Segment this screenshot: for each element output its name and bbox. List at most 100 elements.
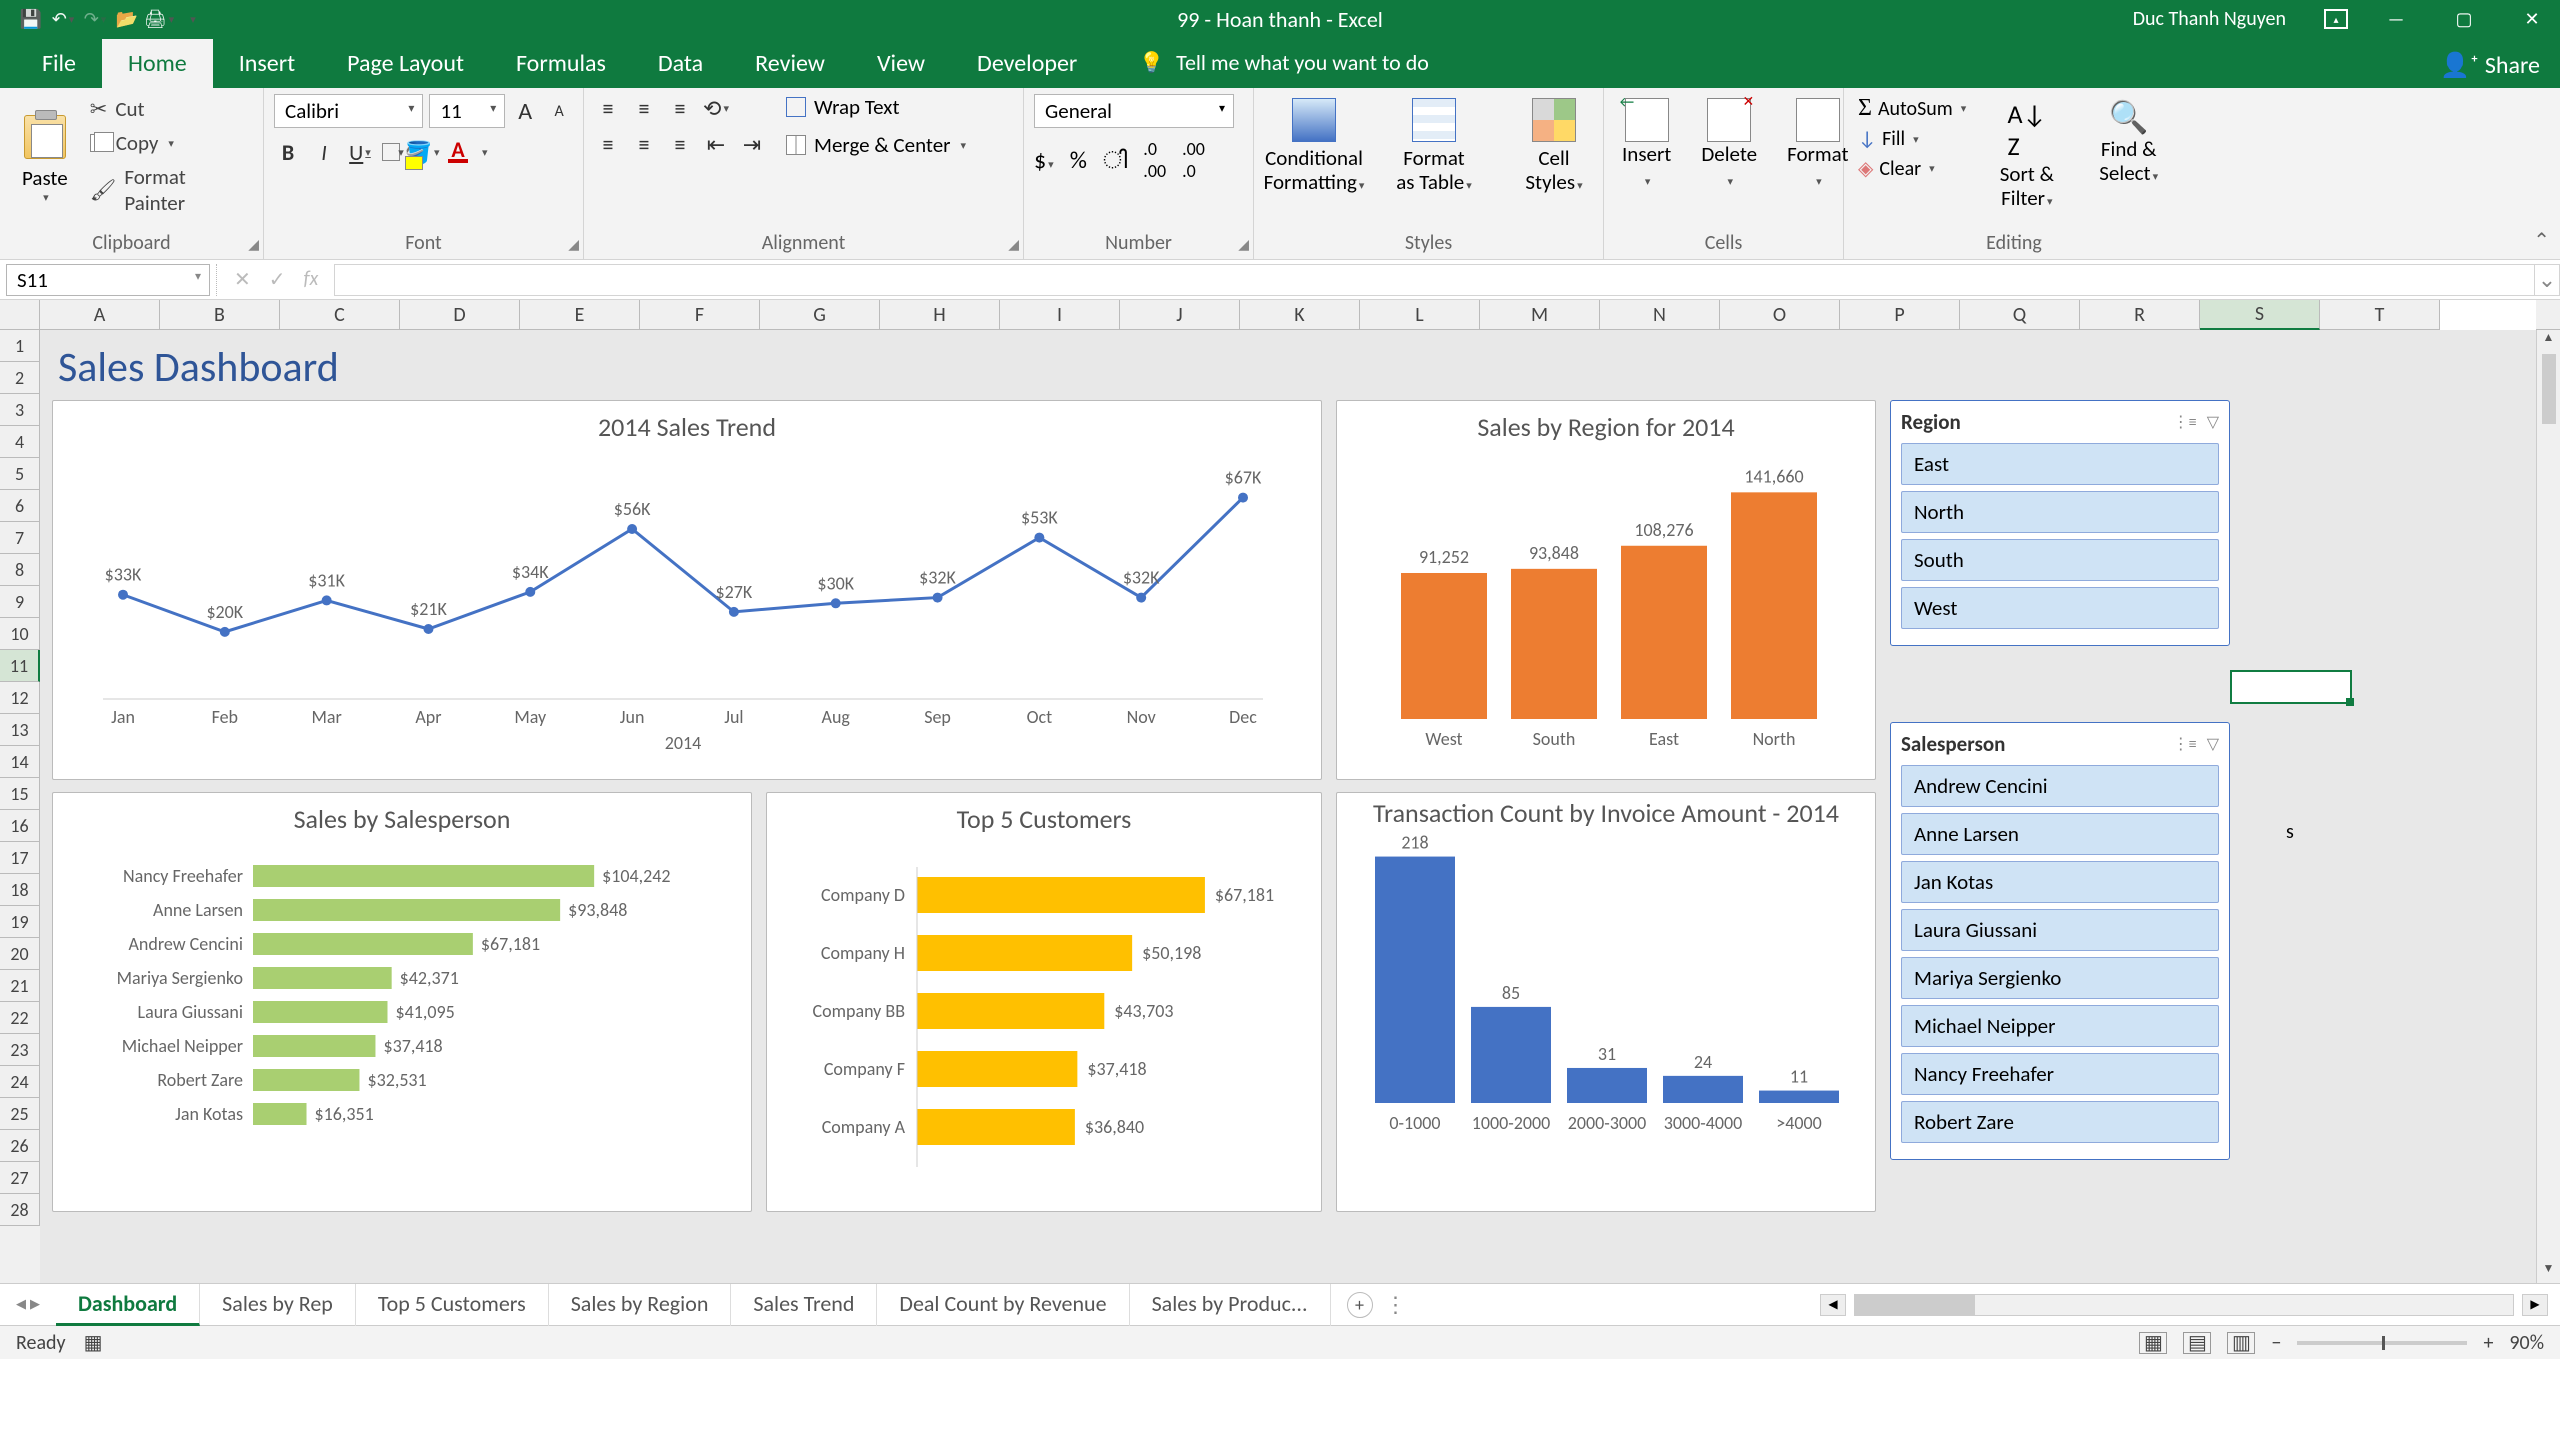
qat-dropdown-icon[interactable]: ▾ bbox=[182, 8, 204, 30]
row-header-23[interactable]: 23 bbox=[0, 1034, 40, 1066]
dialog-launcher-icon[interactable]: ◢ bbox=[248, 236, 259, 253]
tab-developer[interactable]: Developer bbox=[951, 39, 1103, 88]
sheet-tab[interactable]: Deal Count by Revenue bbox=[877, 1284, 1129, 1326]
font-name-select[interactable]: Calibri bbox=[274, 94, 423, 128]
enter-formula-icon[interactable]: ✓ bbox=[269, 267, 286, 292]
row-header-10[interactable]: 10 bbox=[0, 618, 40, 650]
row-header-22[interactable]: 22 bbox=[0, 1002, 40, 1034]
name-box[interactable]: S11 bbox=[6, 264, 210, 296]
tell-me-search[interactable]: 💡 Tell me what you want to do bbox=[1123, 41, 1445, 84]
row-header-17[interactable]: 17 bbox=[0, 842, 40, 874]
row-header-19[interactable]: 19 bbox=[0, 906, 40, 938]
orientation-icon[interactable]: ⟲▾ bbox=[702, 94, 730, 122]
col-header-D[interactable]: D bbox=[400, 300, 520, 330]
collapse-ribbon-icon[interactable]: ⌃ bbox=[2533, 228, 2550, 253]
chart-transaction-count[interactable]: Transaction Count by Invoice Amount - 20… bbox=[1336, 792, 1876, 1212]
expand-formula-bar-icon[interactable]: ⌄ bbox=[2534, 264, 2560, 296]
zoom-out-button[interactable]: − bbox=[2271, 1331, 2281, 1355]
save-icon[interactable]: 💾 bbox=[20, 8, 42, 30]
col-header-E[interactable]: E bbox=[520, 300, 640, 330]
formula-input[interactable] bbox=[334, 264, 2534, 296]
increase-font-icon[interactable]: A bbox=[511, 97, 539, 125]
selected-cell[interactable] bbox=[2230, 670, 2352, 704]
row-header-7[interactable]: 7 bbox=[0, 522, 40, 554]
normal-view-icon[interactable]: ▦ bbox=[2139, 1332, 2167, 1354]
format-as-table-button[interactable]: Format as Table▾ bbox=[1384, 94, 1484, 202]
col-header-M[interactable]: M bbox=[1480, 300, 1600, 330]
undo-icon[interactable]: ↶▾ bbox=[52, 8, 74, 30]
dialog-launcher-icon[interactable]: ◢ bbox=[1238, 236, 1249, 253]
tab-formulas[interactable]: Formulas bbox=[490, 39, 632, 88]
row-header-3[interactable]: 3 bbox=[0, 394, 40, 426]
close-icon[interactable]: ✕ bbox=[2512, 4, 2552, 34]
chart-sales-trend[interactable]: 2014 Sales Trend $33KJan$20KFeb$31KMar$2… bbox=[52, 400, 1322, 780]
sheet-tab[interactable]: Sales by Rep bbox=[200, 1284, 356, 1326]
row-header-4[interactable]: 4 bbox=[0, 426, 40, 458]
quickprint-icon[interactable]: 🖨▾ bbox=[148, 8, 170, 30]
fill-color-button[interactable]: 🪣▾ bbox=[408, 138, 436, 166]
row-header-8[interactable]: 8 bbox=[0, 554, 40, 586]
tab-nav-buttons[interactable]: ◀▶ bbox=[16, 1297, 40, 1312]
col-header-L[interactable]: L bbox=[1360, 300, 1480, 330]
col-header-P[interactable]: P bbox=[1840, 300, 1960, 330]
copy-button[interactable]: Copy▾ bbox=[86, 128, 253, 158]
align-top-icon[interactable]: ≡ bbox=[594, 94, 622, 122]
format-painter-button[interactable]: 🖌Format Painter bbox=[86, 162, 253, 218]
redo-icon[interactable]: ↷▾ bbox=[84, 8, 106, 30]
sheet-tab[interactable]: Top 5 Customers bbox=[356, 1284, 549, 1326]
slicer-item[interactable]: Mariya Sergienko bbox=[1901, 957, 2219, 999]
clear-filter-icon[interactable]: ▽ bbox=[2207, 734, 2219, 754]
align-center-icon[interactable]: ≡ bbox=[630, 130, 658, 158]
row-header-12[interactable]: 12 bbox=[0, 682, 40, 714]
row-header-14[interactable]: 14 bbox=[0, 746, 40, 778]
dialog-launcher-icon[interactable]: ◢ bbox=[1008, 236, 1019, 253]
zoom-level[interactable]: 90% bbox=[2509, 1331, 2544, 1355]
align-right-icon[interactable]: ≡ bbox=[666, 130, 694, 158]
slicer-item[interactable]: West bbox=[1901, 587, 2219, 629]
slicer-item[interactable]: Jan Kotas bbox=[1901, 861, 2219, 903]
col-header-F[interactable]: F bbox=[640, 300, 760, 330]
wrap-text-button[interactable]: Wrap Text bbox=[786, 94, 966, 120]
select-all-triangle[interactable] bbox=[0, 300, 40, 330]
sort-filter-button[interactable]: A↓Z Sort & Filter▾ bbox=[1984, 94, 2069, 218]
col-header-G[interactable]: G bbox=[760, 300, 880, 330]
row-header-1[interactable]: 1 bbox=[0, 330, 40, 362]
fill-handle[interactable] bbox=[2346, 698, 2354, 706]
row-header-13[interactable]: 13 bbox=[0, 714, 40, 746]
cancel-formula-icon[interactable]: ✕ bbox=[234, 267, 251, 292]
tab-review[interactable]: Review bbox=[729, 39, 851, 88]
row-header-27[interactable]: 27 bbox=[0, 1162, 40, 1194]
find-select-button[interactable]: 🔍 Find & Select▾ bbox=[2083, 94, 2174, 218]
share-button[interactable]: 👤⁺ Share bbox=[2440, 51, 2540, 88]
row-header-5[interactable]: 5 bbox=[0, 458, 40, 490]
cut-button[interactable]: ✂Cut bbox=[86, 94, 253, 124]
sheet-tab[interactable]: Sales Trend bbox=[731, 1284, 877, 1326]
slicer-item[interactable]: Laura Giussani bbox=[1901, 909, 2219, 951]
row-header-9[interactable]: 9 bbox=[0, 586, 40, 618]
col-header-S[interactable]: S bbox=[2200, 300, 2320, 330]
col-header-N[interactable]: N bbox=[1600, 300, 1720, 330]
align-bottom-icon[interactable]: ≡ bbox=[666, 94, 694, 122]
slicer-region[interactable]: Region ⋮≡▽ EastNorthSouthWest bbox=[1890, 400, 2230, 646]
col-header-J[interactable]: J bbox=[1120, 300, 1240, 330]
number-format-select[interactable]: General bbox=[1034, 94, 1234, 128]
borders-button[interactable]: ▾ bbox=[382, 143, 400, 161]
comma-button[interactable]: ി bbox=[1103, 146, 1127, 175]
col-header-O[interactable]: O bbox=[1720, 300, 1840, 330]
slicer-item[interactable]: Nancy Freehafer bbox=[1901, 1053, 2219, 1095]
font-color-button[interactable]: A bbox=[444, 138, 472, 166]
tab-view[interactable]: View bbox=[851, 39, 951, 88]
col-header-K[interactable]: K bbox=[1240, 300, 1360, 330]
row-header-24[interactable]: 24 bbox=[0, 1066, 40, 1098]
conditional-formatting-button[interactable]: Conditional Formatting▾ bbox=[1264, 94, 1364, 202]
col-header-B[interactable]: B bbox=[160, 300, 280, 330]
row-header-11[interactable]: 11 bbox=[0, 650, 40, 682]
worksheet-canvas[interactable]: Sales Dashboard 2014 Sales Trend $33KJan… bbox=[40, 330, 2536, 1283]
clear-filter-icon[interactable]: ▽ bbox=[2207, 412, 2219, 432]
row-header-6[interactable]: 6 bbox=[0, 490, 40, 522]
insert-cells-button[interactable]: ← Insert▾ bbox=[1614, 94, 1679, 198]
delete-cells-button[interactable]: ✕ Delete▾ bbox=[1693, 94, 1765, 198]
row-header-15[interactable]: 15 bbox=[0, 778, 40, 810]
align-left-icon[interactable]: ≡ bbox=[594, 130, 622, 158]
decrease-indent-icon[interactable]: ⇤ bbox=[702, 130, 730, 158]
